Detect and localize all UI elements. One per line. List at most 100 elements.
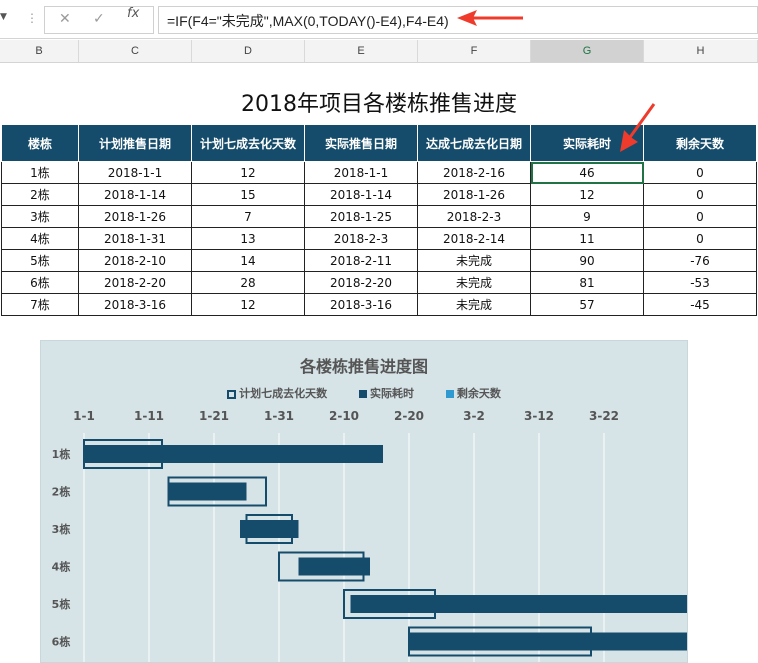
actual-bar bbox=[240, 520, 299, 538]
table-cell[interactable]: 0 bbox=[643, 205, 757, 228]
y-category-label: 5栋 bbox=[52, 597, 71, 611]
table-row: 5栋 2018-2-10 14 2018-2-11 未完成 90 -76 bbox=[1, 249, 757, 272]
header-plan-days[interactable]: 计划七成去化天数 bbox=[191, 124, 305, 162]
active-cell[interactable]: 46 bbox=[530, 161, 644, 184]
x-tick-label: 2-10 bbox=[329, 409, 359, 423]
header-remaining-days[interactable]: 剩余天数 bbox=[643, 124, 757, 162]
x-tick-label: 2-20 bbox=[394, 409, 424, 423]
table-row: 2栋 2018-1-14 15 2018-1-14 2018-1-26 12 0 bbox=[1, 183, 757, 206]
table-cell[interactable]: 2018-2-10 bbox=[78, 249, 192, 272]
table-cell[interactable]: 90 bbox=[530, 249, 644, 272]
header-plan-date[interactable]: 计划推售日期 bbox=[78, 124, 192, 162]
gantt-chart[interactable]: 各楼栋推售进度图 计划七成去化天数 实际耗时 剩余天数 1-1 1-11 1-21 1… bbox=[40, 340, 688, 663]
table-row: 7栋 2018-3-16 12 2018-3-16 未完成 57 -45 bbox=[1, 293, 757, 316]
table-cell[interactable]: -53 bbox=[643, 271, 757, 294]
header-building[interactable]: 楼栋 bbox=[1, 124, 79, 162]
table-row: 1栋 2018-1-1 12 2018-1-1 2018-2-16 46 0 bbox=[1, 161, 757, 184]
drag-handle-icon[interactable]: ⋮ bbox=[26, 11, 38, 25]
table-cell[interactable]: 2018-3-16 bbox=[78, 293, 192, 316]
column-header-h[interactable]: H bbox=[644, 40, 758, 62]
table-cell[interactable]: 6栋 bbox=[1, 271, 79, 294]
annotation-arrow-icon bbox=[620, 103, 656, 152]
table-cell[interactable]: 2018-2-11 bbox=[304, 249, 418, 272]
table-cell[interactable]: 0 bbox=[643, 227, 757, 250]
x-tick-label: 3-22 bbox=[589, 409, 619, 423]
x-tick-label: 1-11 bbox=[134, 409, 164, 423]
table-cell[interactable]: 2栋 bbox=[1, 183, 79, 206]
table-cell[interactable]: 1栋 bbox=[1, 161, 79, 184]
actual-bar bbox=[350, 595, 687, 613]
table-cell[interactable]: 15 bbox=[191, 183, 305, 206]
table-cell[interactable]: 4栋 bbox=[1, 227, 79, 250]
x-icon[interactable]: ✕ bbox=[59, 11, 71, 27]
actual-bar bbox=[298, 557, 370, 576]
table-cell[interactable]: 未完成 bbox=[417, 249, 531, 272]
formula-bar: ▼ ⋮ ✕ ✓ fx =IF(F4="未完成",MAX(0,TODAY()-E4… bbox=[0, 0, 758, 39]
column-header-f[interactable]: F bbox=[418, 40, 531, 62]
actual-bar bbox=[168, 482, 247, 501]
x-tick-label: 1-31 bbox=[264, 409, 294, 423]
chart-plot: 1-1 1-11 1-21 1-31 2-10 2-20 3-2 3-12 3-22 1栋 2栋 3栋… bbox=[52, 409, 687, 662]
column-header-b[interactable]: B bbox=[0, 40, 79, 62]
x-tick-label: 3-12 bbox=[524, 409, 554, 423]
table-cell[interactable]: 12 bbox=[530, 183, 644, 206]
table-cell[interactable]: 2018-1-14 bbox=[304, 183, 418, 206]
x-tick-label: 3-2 bbox=[463, 409, 485, 423]
table-cell[interactable]: 14 bbox=[191, 249, 305, 272]
column-header-c[interactable]: C bbox=[79, 40, 192, 62]
x-tick-label: 1-21 bbox=[199, 409, 229, 423]
table-cell[interactable]: 2018-1-26 bbox=[417, 183, 531, 206]
table-cell[interactable]: 2018-1-26 bbox=[78, 205, 192, 228]
column-headers: B C D E F G H bbox=[0, 40, 758, 63]
table-cell[interactable]: 0 bbox=[643, 183, 757, 206]
actual-bar bbox=[409, 632, 687, 651]
table-cell[interactable]: 2018-2-16 bbox=[417, 161, 531, 184]
y-category-label: 4栋 bbox=[52, 560, 71, 574]
table-cell[interactable]: -76 bbox=[643, 249, 757, 272]
table-cell[interactable]: 11 bbox=[530, 227, 644, 250]
header-reach-date[interactable]: 达成七成去化日期 bbox=[417, 124, 531, 162]
x-tick-label: 1-1 bbox=[73, 409, 95, 423]
table-cell[interactable]: 2018-2-3 bbox=[304, 227, 418, 250]
table-cell[interactable]: 2018-1-1 bbox=[78, 161, 192, 184]
table-row: 4栋 2018-1-31 13 2018-2-3 2018-2-14 11 0 bbox=[1, 227, 757, 250]
table-cell[interactable]: 7栋 bbox=[1, 293, 79, 316]
table-cell[interactable]: -45 bbox=[643, 293, 757, 316]
table-cell[interactable]: 2018-2-20 bbox=[78, 271, 192, 294]
table-cell[interactable]: 12 bbox=[191, 161, 305, 184]
y-category-label: 6栋 bbox=[52, 635, 71, 649]
table-cell[interactable]: 2018-1-1 bbox=[304, 161, 418, 184]
table-cell[interactable]: 2018-3-16 bbox=[304, 293, 418, 316]
table-cell[interactable]: 未完成 bbox=[417, 271, 531, 294]
header-actual-date[interactable]: 实际推售日期 bbox=[304, 124, 418, 162]
name-box-dropdown-icon[interactable]: ▼ bbox=[0, 12, 10, 26]
table-cell[interactable]: 未完成 bbox=[417, 293, 531, 316]
table-cell[interactable]: 81 bbox=[530, 271, 644, 294]
y-category-label: 2栋 bbox=[52, 485, 71, 499]
table-cell[interactable]: 57 bbox=[530, 293, 644, 316]
table-cell[interactable]: 0 bbox=[643, 161, 757, 184]
table-cell[interactable]: 2018-2-20 bbox=[304, 271, 418, 294]
column-header-e[interactable]: E bbox=[305, 40, 418, 62]
table-cell[interactable]: 2018-1-31 bbox=[78, 227, 192, 250]
annotation-arrow-icon bbox=[457, 10, 523, 26]
table-cell[interactable]: 28 bbox=[191, 271, 305, 294]
table-cell[interactable]: 12 bbox=[191, 293, 305, 316]
column-header-g[interactable]: G bbox=[531, 40, 644, 62]
insert-function-button[interactable]: fx bbox=[127, 6, 139, 21]
column-header-d[interactable]: D bbox=[192, 40, 305, 62]
table-cell[interactable]: 2018-2-3 bbox=[417, 205, 531, 228]
table-cell[interactable]: 2018-1-25 bbox=[304, 205, 418, 228]
table-row: 3栋 2018-1-26 7 2018-1-25 2018-2-3 9 0 bbox=[1, 205, 757, 228]
table-cell[interactable]: 13 bbox=[191, 227, 305, 250]
y-category-label: 1栋 bbox=[52, 447, 71, 461]
check-icon[interactable]: ✓ bbox=[93, 11, 105, 27]
table-cell[interactable]: 7 bbox=[191, 205, 305, 228]
table-cell[interactable]: 2018-2-14 bbox=[417, 227, 531, 250]
table-cell[interactable]: 2018-1-14 bbox=[78, 183, 192, 206]
actual-bar bbox=[84, 445, 383, 463]
table-cell[interactable]: 9 bbox=[530, 205, 644, 228]
table-cell[interactable]: 3栋 bbox=[1, 205, 79, 228]
table-cell[interactable]: 5栋 bbox=[1, 249, 79, 272]
formula-text: =IF(F4="未完成",MAX(0,TODAY()-E4),F4-E4) bbox=[167, 13, 449, 29]
